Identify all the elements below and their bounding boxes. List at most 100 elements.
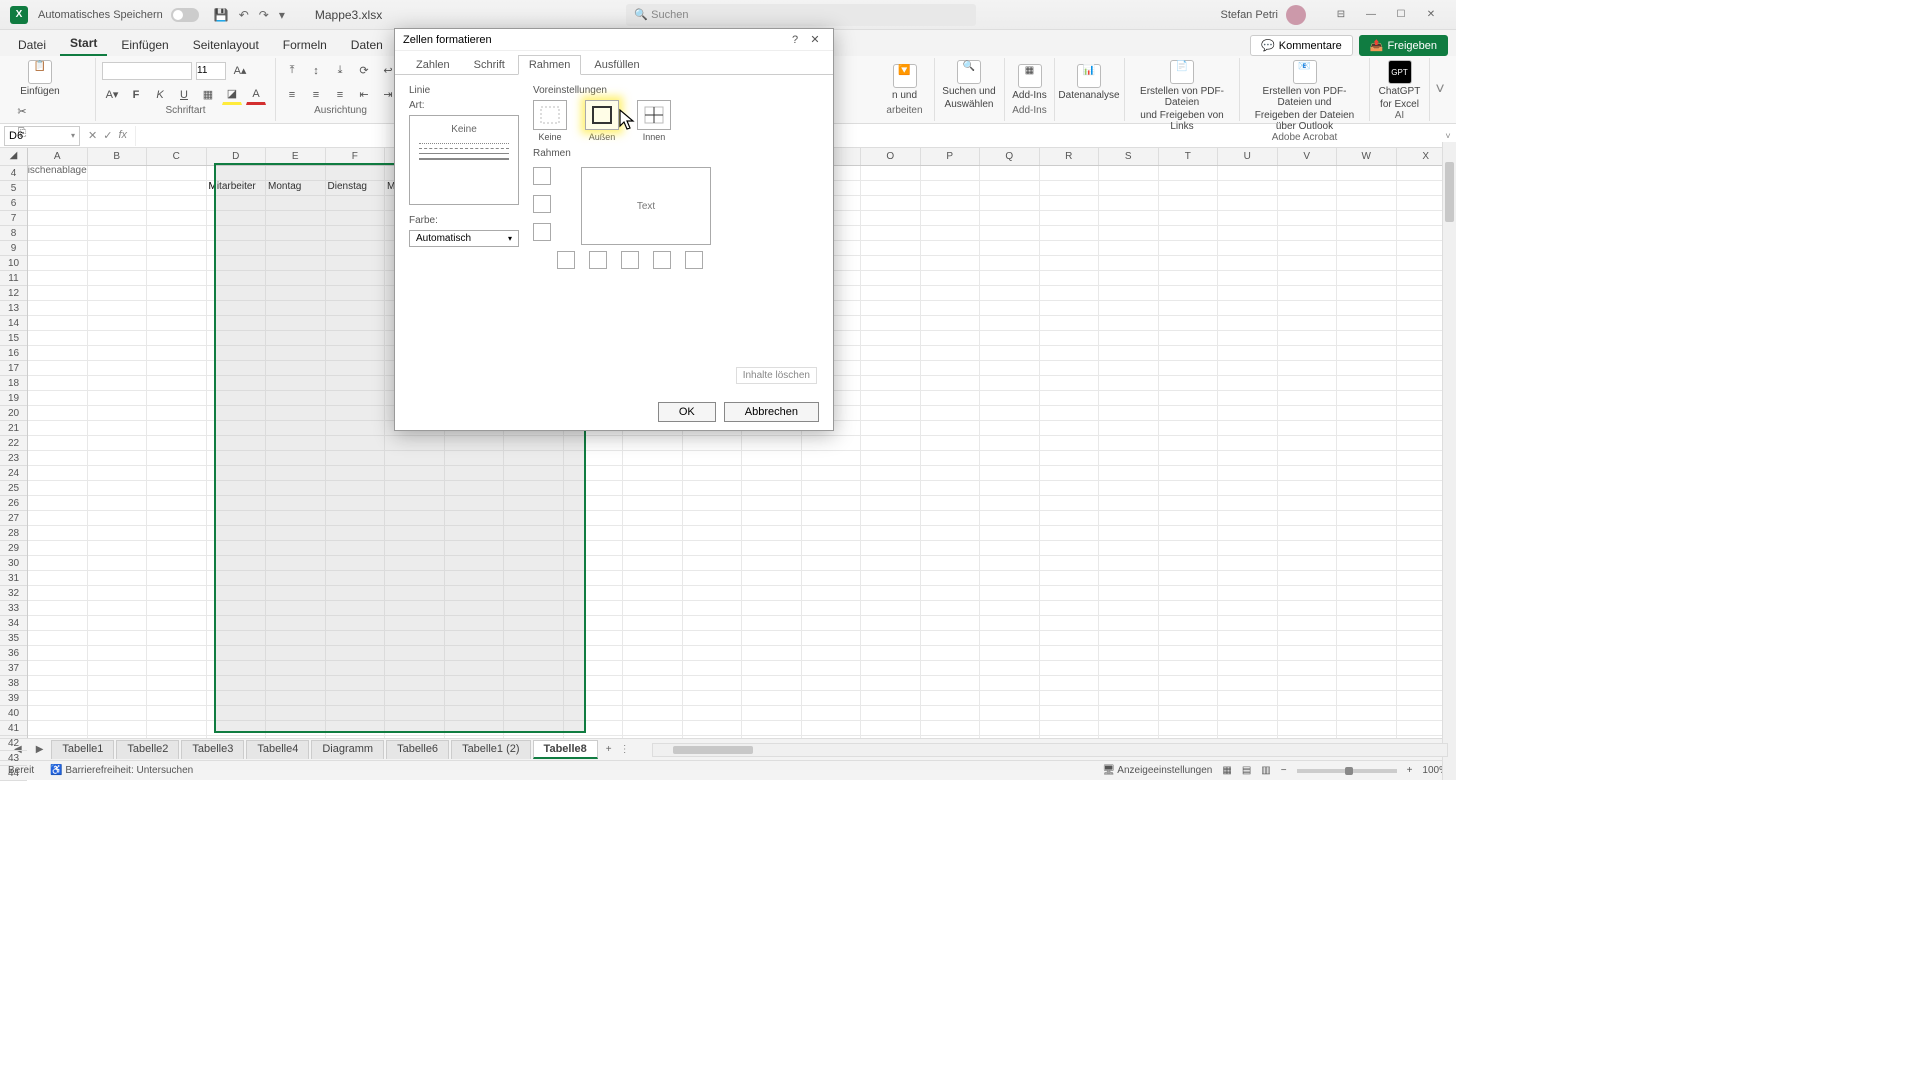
cell[interactable] bbox=[1218, 451, 1278, 466]
cell[interactable] bbox=[1099, 436, 1159, 451]
cell[interactable] bbox=[1278, 421, 1338, 436]
cell[interactable] bbox=[1099, 211, 1159, 226]
cell[interactable] bbox=[1218, 406, 1278, 421]
cell[interactable] bbox=[1159, 466, 1219, 481]
border-left-button[interactable] bbox=[589, 251, 607, 269]
enter-formula-icon[interactable]: ✓ bbox=[103, 129, 112, 142]
cell[interactable] bbox=[683, 541, 743, 556]
cell[interactable] bbox=[921, 526, 981, 541]
cell[interactable] bbox=[742, 586, 802, 601]
cell[interactable] bbox=[623, 481, 683, 496]
cell[interactable] bbox=[1099, 721, 1159, 736]
vertical-scrollbar[interactable] bbox=[1442, 142, 1456, 780]
cell[interactable] bbox=[1159, 481, 1219, 496]
cell[interactable] bbox=[1099, 631, 1159, 646]
row-header[interactable]: 11 bbox=[0, 271, 27, 286]
cell[interactable] bbox=[742, 466, 802, 481]
cell[interactable] bbox=[861, 721, 921, 736]
cell[interactable] bbox=[88, 736, 148, 738]
cell[interactable] bbox=[147, 511, 207, 526]
cell[interactable] bbox=[1218, 391, 1278, 406]
row-header[interactable]: 13 bbox=[0, 301, 27, 316]
cell[interactable] bbox=[1337, 256, 1397, 271]
cell[interactable] bbox=[980, 286, 1040, 301]
cell[interactable] bbox=[1040, 436, 1100, 451]
cell[interactable] bbox=[802, 736, 862, 738]
row-header[interactable]: 16 bbox=[0, 346, 27, 361]
column-header[interactable]: R bbox=[1040, 148, 1100, 165]
cell[interactable] bbox=[266, 736, 326, 738]
preset-inside-button[interactable] bbox=[637, 100, 671, 130]
cell[interactable] bbox=[88, 196, 148, 211]
cell[interactable] bbox=[1099, 496, 1159, 511]
cell[interactable] bbox=[1337, 241, 1397, 256]
cell[interactable] bbox=[921, 346, 981, 361]
cell[interactable] bbox=[1040, 451, 1100, 466]
row-header[interactable]: 32 bbox=[0, 586, 27, 601]
cell[interactable] bbox=[921, 376, 981, 391]
cell[interactable] bbox=[28, 391, 88, 406]
cell[interactable] bbox=[1218, 466, 1278, 481]
cell[interactable] bbox=[147, 196, 207, 211]
cell[interactable] bbox=[88, 541, 148, 556]
cell[interactable] bbox=[1159, 511, 1219, 526]
cell[interactable] bbox=[1159, 676, 1219, 691]
cell[interactable] bbox=[1337, 706, 1397, 721]
cell[interactable] bbox=[88, 241, 148, 256]
cell[interactable] bbox=[980, 166, 1040, 181]
align-middle-icon[interactable]: ↕ bbox=[306, 61, 326, 81]
cell[interactable] bbox=[1040, 586, 1100, 601]
tab-einfuegen[interactable]: Einfügen bbox=[111, 34, 178, 56]
cell[interactable] bbox=[861, 406, 921, 421]
column-header[interactable]: C bbox=[147, 148, 207, 165]
sheet-tab[interactable]: Tabelle3 bbox=[181, 740, 244, 759]
cell[interactable] bbox=[1099, 421, 1159, 436]
paste-button[interactable]: 📋Einfügen bbox=[12, 60, 68, 97]
cell[interactable] bbox=[861, 331, 921, 346]
cell[interactable] bbox=[980, 586, 1040, 601]
cell[interactable] bbox=[1278, 376, 1338, 391]
cell[interactable] bbox=[1040, 736, 1100, 738]
cell[interactable] bbox=[1218, 211, 1278, 226]
cell[interactable] bbox=[1218, 256, 1278, 271]
cell[interactable] bbox=[1040, 346, 1100, 361]
cell[interactable] bbox=[147, 271, 207, 286]
cell[interactable] bbox=[861, 481, 921, 496]
cell[interactable] bbox=[1278, 301, 1338, 316]
cell[interactable] bbox=[28, 256, 88, 271]
formula-expand-icon[interactable]: ˅ bbox=[1440, 131, 1456, 141]
cell[interactable] bbox=[1159, 571, 1219, 586]
sheet-tab[interactable]: Tabelle4 bbox=[246, 740, 309, 759]
cell[interactable] bbox=[1278, 451, 1338, 466]
cell[interactable] bbox=[88, 526, 148, 541]
display-settings[interactable]: 🖥 Anzeigeeinstellungen bbox=[1102, 765, 1212, 776]
column-header[interactable]: V bbox=[1278, 148, 1338, 165]
border-icon[interactable]: ▦ bbox=[198, 85, 218, 105]
share-button[interactable]: 📤 Freigeben bbox=[1359, 35, 1448, 56]
cell[interactable] bbox=[147, 676, 207, 691]
cell[interactable] bbox=[1218, 481, 1278, 496]
cell[interactable] bbox=[683, 496, 743, 511]
cell[interactable] bbox=[1278, 646, 1338, 661]
cell[interactable] bbox=[980, 481, 1040, 496]
cell[interactable] bbox=[861, 556, 921, 571]
tab-daten[interactable]: Daten bbox=[341, 34, 393, 56]
sheet-tab[interactable]: Diagramm bbox=[311, 740, 384, 759]
line-style-thin[interactable] bbox=[419, 153, 509, 154]
row-header[interactable]: 29 bbox=[0, 541, 27, 556]
cell[interactable] bbox=[1278, 481, 1338, 496]
cell[interactable] bbox=[1278, 406, 1338, 421]
maximize-icon[interactable]: ☐ bbox=[1386, 5, 1416, 25]
cell[interactable] bbox=[623, 526, 683, 541]
cell[interactable] bbox=[980, 541, 1040, 556]
cell[interactable] bbox=[802, 721, 862, 736]
cell[interactable] bbox=[147, 721, 207, 736]
cell[interactable] bbox=[683, 661, 743, 676]
cell[interactable] bbox=[1159, 391, 1219, 406]
cell[interactable] bbox=[1218, 511, 1278, 526]
cell[interactable] bbox=[1099, 331, 1159, 346]
cell[interactable] bbox=[1337, 436, 1397, 451]
cell[interactable] bbox=[921, 496, 981, 511]
column-header[interactable]: W bbox=[1337, 148, 1397, 165]
cell[interactable] bbox=[1337, 736, 1397, 738]
